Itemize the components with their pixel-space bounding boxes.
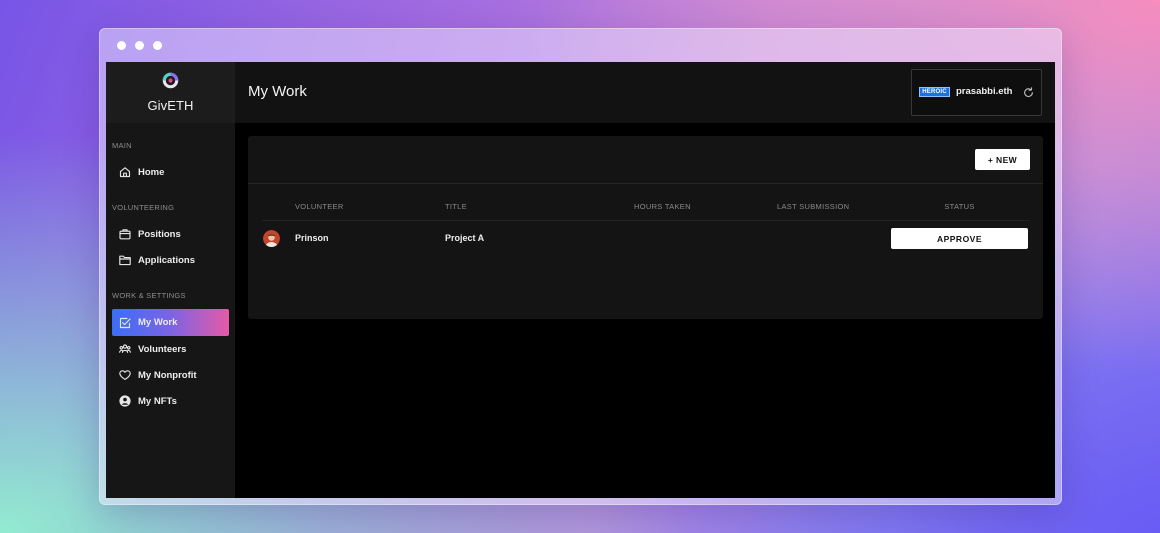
sidebar-item-label: Applications [138, 254, 196, 266]
section-label-main: MAIN [112, 141, 132, 150]
sidebar-item-label: Positions [138, 228, 181, 240]
sidebar-item-label: Home [138, 166, 165, 178]
column-header-last-submission: LAST SUBMISSION [777, 202, 850, 211]
brand-name: GivETH [147, 97, 194, 113]
users-icon [119, 343, 131, 355]
table-header-divider [262, 220, 1030, 221]
section-label-work-settings: WORK & SETTINGS [112, 291, 186, 300]
sidebar-item-label: Volunteers [138, 343, 187, 355]
sidebar-item-label: My NFTs [138, 395, 177, 407]
column-header-volunteer: VOLUNTEER [295, 202, 344, 211]
window-close-button[interactable] [116, 40, 126, 50]
app-window: GivETH MAIN Home VOLUNTEERING Positions [99, 28, 1062, 505]
app-viewport: GivETH MAIN Home VOLUNTEERING Positions [106, 62, 1055, 498]
window-maximize-button[interactable] [152, 40, 162, 50]
sidebar-item-label: My Nonprofit [138, 369, 197, 381]
section-label-volunteering: VOLUNTEERING [112, 203, 175, 212]
sidebar-item-my-nfts[interactable]: My NFTs [112, 388, 229, 415]
user-circle-icon [119, 395, 131, 407]
folder-icon [119, 254, 131, 266]
volunteer-name: Prinson [295, 233, 329, 243]
sidebar-item-my-nonprofit[interactable]: My Nonprofit [112, 362, 229, 389]
sidebar: GivETH MAIN Home VOLUNTEERING Positions [106, 62, 235, 498]
column-header-hours-taken: HOURS TAKEN [634, 202, 691, 211]
new-button[interactable]: + NEW [975, 149, 1030, 170]
sidebar-item-home[interactable]: Home [112, 159, 229, 186]
wallet-address: prasabbi.eth [956, 86, 1013, 97]
brand-logo[interactable]: GivETH [106, 62, 235, 123]
giveth-logo-icon [162, 72, 179, 89]
work-table-card: + NEW VOLUNTEER TITLE HOURS TAKEN LAST S… [248, 136, 1043, 319]
column-header-title: TITLE [445, 202, 467, 211]
main-content: + NEW VOLUNTEER TITLE HOURS TAKEN LAST S… [235, 123, 1055, 498]
column-header-status: STATUS [944, 202, 975, 211]
table-row: Prinson Project A APPROVE [248, 228, 1043, 249]
top-bar: My Work HEROIC prasabbi.eth [235, 62, 1055, 123]
card-divider [248, 183, 1043, 184]
sidebar-item-label: My Work [138, 317, 178, 328]
heart-icon [119, 369, 131, 381]
sidebar-item-volunteers[interactable]: Volunteers [112, 336, 229, 363]
sidebar-item-applications[interactable]: Applications [112, 247, 229, 274]
briefcase-icon [119, 228, 131, 240]
window-minimize-button[interactable] [134, 40, 144, 50]
page-title: My Work [248, 83, 307, 100]
sidebar-item-my-work[interactable]: My Work [112, 309, 229, 336]
heroic-badge: HEROIC [919, 87, 950, 97]
refresh-icon[interactable] [1023, 86, 1034, 98]
project-title: Project A [445, 233, 485, 243]
avatar [262, 229, 280, 247]
home-icon [119, 166, 131, 178]
approve-button[interactable]: APPROVE [891, 228, 1028, 249]
wallet-account-box[interactable]: HEROIC prasabbi.eth [911, 69, 1042, 116]
sidebar-item-positions[interactable]: Positions [112, 221, 229, 248]
check-square-icon [119, 317, 131, 329]
